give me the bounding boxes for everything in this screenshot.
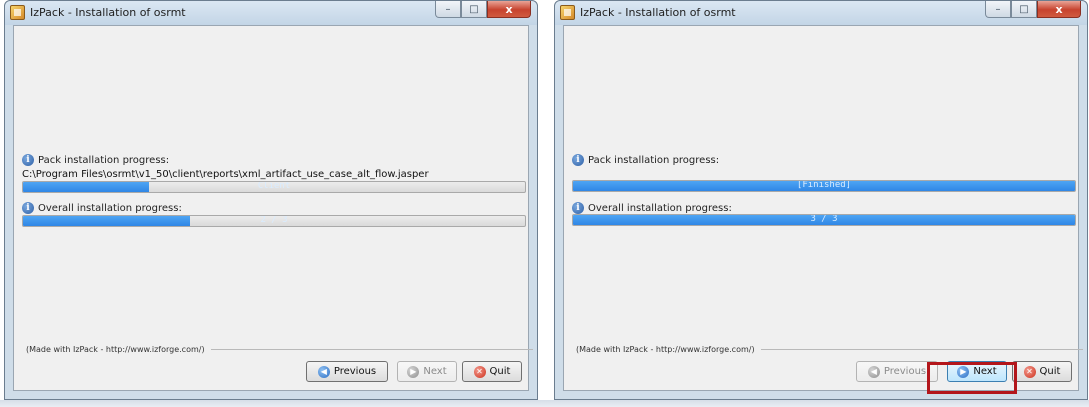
maximize-button[interactable]: □ [1011,1,1037,18]
minimize-icon: – [995,3,1001,15]
install-panel: i Pack installation progress: C:\Program… [13,25,533,391]
pack-progress-label: i Pack installation progress: [572,154,719,166]
overall-progress-label: i Overall installation progress: [572,202,732,214]
app-icon [10,5,25,20]
title-bar[interactable]: IzPack - Installation of osrmt – □ x [5,1,537,25]
previous-label: Previous [883,366,927,377]
window-title: IzPack - Installation of osrmt [580,6,736,19]
install-panel: i Pack installation progress: [Finished]… [563,25,1083,391]
installer-window-right: IzPack - Installation of osrmt – □ x i P… [554,0,1088,400]
previous-label: Previous [333,366,377,377]
overall-progress-label: i Overall installation progress: [22,202,182,214]
next-button-highlight [927,362,1017,394]
previous-button[interactable]: ◀ Previous [856,361,938,382]
maximize-icon: □ [1019,3,1029,15]
info-icon: i [572,154,584,166]
maximize-button[interactable]: □ [461,1,487,18]
quit-label: Quit [1039,366,1061,377]
pack-progress-text: Client [257,181,291,191]
close-button[interactable]: x [1037,1,1081,18]
overall-progress-label-text: Overall installation progress: [588,202,732,214]
info-icon: i [22,154,34,166]
title-bar[interactable]: IzPack - Installation of osrmt – □ x [555,1,1087,25]
made-with-izpack: (Made with IzPack - http://www.izforge.c… [576,345,1083,354]
overall-progress-text: 2 / 3 [260,215,288,225]
window-title: IzPack - Installation of osrmt [30,6,186,19]
previous-icon: ◀ [867,365,880,378]
minimize-button[interactable]: – [435,1,461,18]
close-icon: x [1055,2,1063,16]
pack-progress-label-text: Pack installation progress: [38,154,170,166]
pack-progress-bar: [Finished] [572,180,1076,192]
divider [760,349,1083,350]
pack-progress-label: i Pack installation progress: [22,154,169,166]
info-icon: i [22,202,34,214]
next-label: Next [423,366,447,377]
minimize-button[interactable]: – [985,1,1011,18]
made-with-text: (Made with IzPack - http://www.izforge.c… [576,345,755,354]
quit-label: Quit [489,366,511,377]
made-with-text: (Made with IzPack - http://www.izforge.c… [26,345,205,354]
taskbar-strip [0,400,1089,407]
next-icon: ▶ [407,365,420,378]
maximize-icon: □ [469,3,479,15]
pack-progress-text: [Finished] [796,180,852,190]
pack-progress-bar: Client [22,181,526,193]
current-file-path: C:\Program Files\osrmt\v1_50\client\repo… [22,169,429,180]
pack-progress-label-text: Pack installation progress: [588,154,720,166]
quit-icon: ✕ [1023,365,1036,378]
previous-button[interactable]: ◀ Previous [306,361,388,382]
overall-progress-text: 3 / 3 [810,214,838,224]
previous-icon: ◀ [317,365,330,378]
divider [210,349,533,350]
quit-icon: ✕ [473,365,486,378]
overall-progress-bar: 3 / 3 [572,214,1076,226]
info-icon: i [572,202,584,214]
minimize-icon: – [445,3,451,15]
overall-progress-bar: 2 / 3 [22,215,526,227]
next-button[interactable]: ▶ Next [397,361,457,382]
app-icon [560,5,575,20]
quit-button[interactable]: ✕ Quit [462,361,522,382]
window-controls: – □ x [985,1,1081,18]
made-with-izpack: (Made with IzPack - http://www.izforge.c… [26,345,533,354]
installer-window-left: IzPack - Installation of osrmt – □ x i P… [4,0,538,400]
close-button[interactable]: x [487,1,531,18]
quit-button[interactable]: ✕ Quit [1012,361,1072,382]
close-icon: x [505,2,513,16]
window-controls: – □ x [435,1,531,18]
overall-progress-label-text: Overall installation progress: [38,202,182,214]
